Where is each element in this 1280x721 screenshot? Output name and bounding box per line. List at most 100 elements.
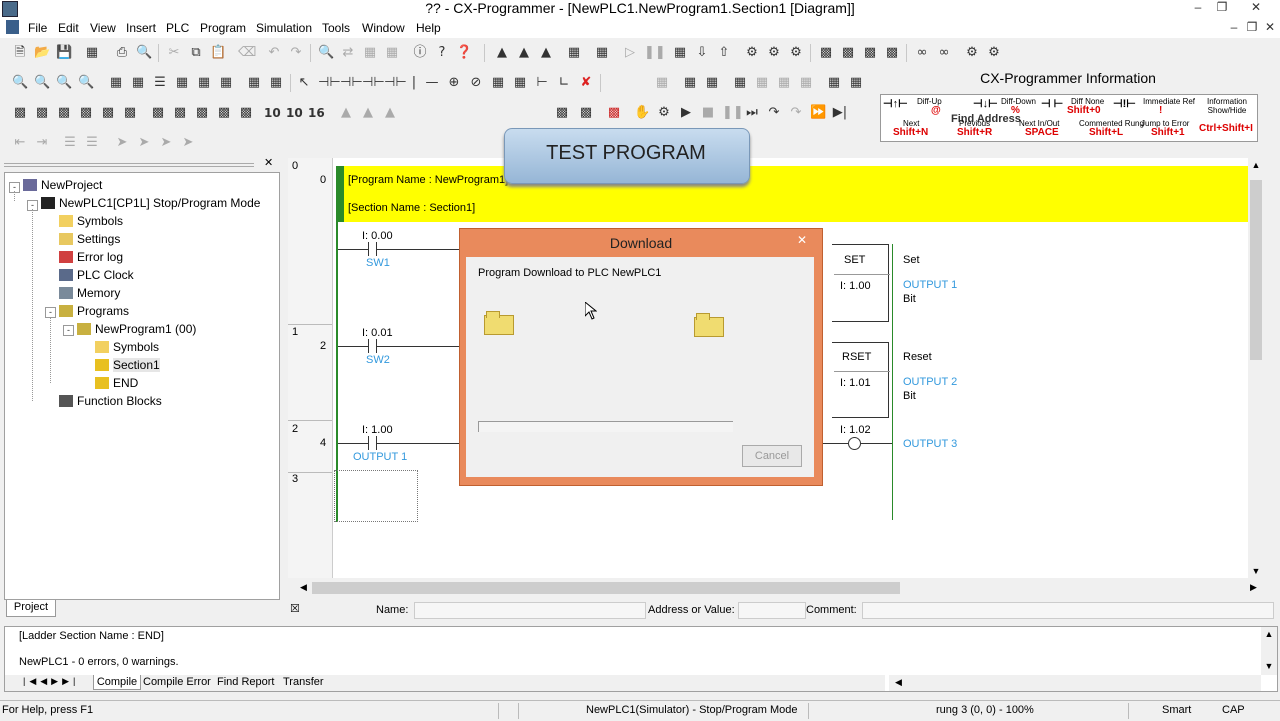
fb-icon-7[interactable]: ▦	[798, 75, 814, 91]
mdi-minimize-icon[interactable]: –	[1224, 20, 1244, 36]
decimal-10s-icon[interactable]: 10	[286, 105, 303, 121]
print-icon[interactable]: ⎙	[114, 45, 130, 61]
ladder-hscrollbar[interactable]: ◀ ▶	[288, 580, 1264, 596]
sim-debug-icon-2[interactable]: ▩	[578, 105, 594, 121]
instruction-icon[interactable]: ▦	[490, 75, 506, 91]
open-folder-icon[interactable]: 📂	[34, 45, 50, 61]
menu-program[interactable]: Program	[200, 20, 246, 36]
coil-icon[interactable]: ⊕	[446, 75, 462, 91]
tab-nav-icons[interactable]: |◀◀▶▶|	[23, 676, 79, 687]
name-field[interactable]	[414, 602, 646, 619]
view-icon-10[interactable]: ▩	[216, 105, 232, 121]
name-bar-close-icon[interactable]: ☒	[290, 602, 300, 615]
contact-sw1[interactable]	[368, 242, 369, 256]
mdi-close-icon[interactable]: ✕	[1260, 20, 1280, 36]
grid-icon[interactable]: ▦	[108, 75, 124, 91]
menu-view[interactable]: View	[90, 20, 116, 36]
coil-nc-icon[interactable]: ⊘	[468, 75, 484, 91]
menu-simulation[interactable]: Simulation	[256, 20, 312, 36]
contact-nc-icon[interactable]: ⊣⊢	[340, 75, 363, 91]
redo-icon[interactable]: ↷	[288, 45, 304, 61]
sim-gear-icon[interactable]: ⚙	[656, 105, 672, 121]
menu-tools[interactable]: Tools	[322, 20, 350, 36]
comments-icon[interactable]: ▦	[130, 75, 146, 91]
bookmark-icon-2[interactable]: ➤	[136, 135, 152, 151]
tree-item-plc-clock[interactable]: PLC Clock	[59, 267, 134, 283]
comment-field[interactable]	[862, 602, 1274, 619]
menu-file[interactable]: File	[28, 20, 47, 36]
tree-item-section1[interactable]: Section1	[95, 357, 160, 373]
delete-line-icon[interactable]: ✘	[578, 75, 594, 91]
mdi-restore-icon[interactable]: ❐	[1242, 20, 1262, 36]
program-mode-icon[interactable]: ▦	[594, 45, 610, 61]
symbols-icon[interactable]: ▦	[218, 75, 234, 91]
contact-no-icon[interactable]: ⊣⊢	[318, 75, 341, 91]
restore-icon[interactable]: ❐	[1212, 0, 1232, 16]
close-icon[interactable]: ✕	[1246, 0, 1266, 16]
tab-compile[interactable]: Compile	[93, 675, 141, 690]
sim-continuous-icon[interactable]: ⏩	[810, 105, 826, 121]
sim-stop-icon[interactable]: ■	[700, 105, 716, 121]
zoom-fit-icon[interactable]: 🔍	[78, 75, 94, 91]
context-help-icon[interactable]: ❓	[456, 45, 472, 61]
horizontal-line-icon[interactable]: —	[424, 75, 440, 91]
bookmark-icon-1[interactable]: ➤	[114, 135, 130, 151]
fb-icon-9[interactable]: ▦	[848, 75, 864, 91]
view-icon-9[interactable]: ▩	[194, 105, 210, 121]
fb-icon-3[interactable]: ▦	[704, 75, 720, 91]
new-file-icon[interactable]: 🗎	[12, 45, 28, 61]
replace-icon[interactable]: ⇄	[340, 45, 356, 61]
sim-debug-icon-1[interactable]: ▩	[554, 105, 570, 121]
tool-icon-3[interactable]: ⚙	[964, 45, 980, 61]
tree-item-newproject[interactable]: NewProject	[23, 177, 102, 193]
address-field[interactable]	[738, 602, 806, 619]
window-icon-2[interactable]: ▩	[840, 45, 856, 61]
set-value-icon[interactable]: ▲	[338, 105, 354, 121]
table-icon[interactable]: ▦	[268, 75, 284, 91]
view-icon-8[interactable]: ▩	[172, 105, 188, 121]
sim-icon-2[interactable]: ⚙	[766, 45, 782, 61]
window-icon-3[interactable]: ▩	[862, 45, 878, 61]
fb-icon-4[interactable]: ▦	[732, 75, 748, 91]
save-icon[interactable]: 💾	[56, 45, 72, 61]
tool-icon-1[interactable]: ∞	[914, 45, 930, 61]
ladder-hscroll-thumb[interactable]	[312, 582, 900, 594]
menu-window[interactable]: Window	[362, 20, 405, 36]
hex-16-icon[interactable]: 16	[308, 105, 325, 121]
fb-icon-1[interactable]: ▦	[654, 75, 670, 91]
menu-help[interactable]: Help	[416, 20, 441, 36]
tree-item-function-blocks[interactable]: Function Blocks	[59, 393, 162, 409]
tree-item-error-log[interactable]: Error log	[59, 249, 123, 265]
ladder-cursor-cell[interactable]	[334, 470, 418, 522]
sim-run-icon[interactable]: ▶	[678, 105, 694, 121]
pane-close-icon[interactable]: ✕	[264, 156, 273, 169]
tab-compile-error[interactable]: Compile Error	[143, 675, 211, 689]
line-connect-icon[interactable]: ⊢	[534, 75, 550, 91]
view-icon-1[interactable]: ▩	[12, 105, 28, 121]
select-icon[interactable]: ↖	[296, 75, 312, 91]
ladder-vscrollbar[interactable]: ▲ ▼	[1248, 158, 1264, 578]
bookmark-icon-4[interactable]: ➤	[180, 135, 196, 151]
tool-icon-4[interactable]: ⚙	[986, 45, 1002, 61]
compare-icon[interactable]: ▦	[672, 45, 688, 61]
list-icon[interactable]: ☰	[152, 75, 168, 91]
indent-icon-2[interactable]: ⇥	[34, 135, 50, 151]
tree-item-program-symbols[interactable]: Symbols	[95, 339, 159, 355]
tree-item-memory[interactable]: Memory	[59, 285, 120, 301]
output-hscrollbar[interactable]: ◀	[889, 675, 1261, 691]
cut-icon[interactable]: ✂	[166, 45, 182, 61]
tree-item-newprogram1[interactable]: NewProgram1 (00)	[77, 321, 196, 337]
tree-item-programs[interactable]: Programs	[59, 303, 129, 319]
monitor-list-icon[interactable]: ▦	[196, 75, 212, 91]
help-icon[interactable]: ?	[434, 45, 450, 61]
rung-icon[interactable]: ▦	[174, 75, 190, 91]
sim-pause-icon[interactable]: ❚❚	[722, 105, 744, 121]
fb-icon-8[interactable]: ▦	[826, 75, 842, 91]
tab-transfer[interactable]: Transfer	[283, 675, 324, 689]
list-icon-1[interactable]: ☰	[62, 135, 78, 151]
fb-icon-2[interactable]: ▦	[682, 75, 698, 91]
view-icon-5[interactable]: ▩	[100, 105, 116, 121]
tree-item-settings[interactable]: Settings	[59, 231, 120, 247]
view-icon-3[interactable]: ▩	[56, 105, 72, 121]
menu-plc[interactable]: PLC	[166, 20, 189, 36]
